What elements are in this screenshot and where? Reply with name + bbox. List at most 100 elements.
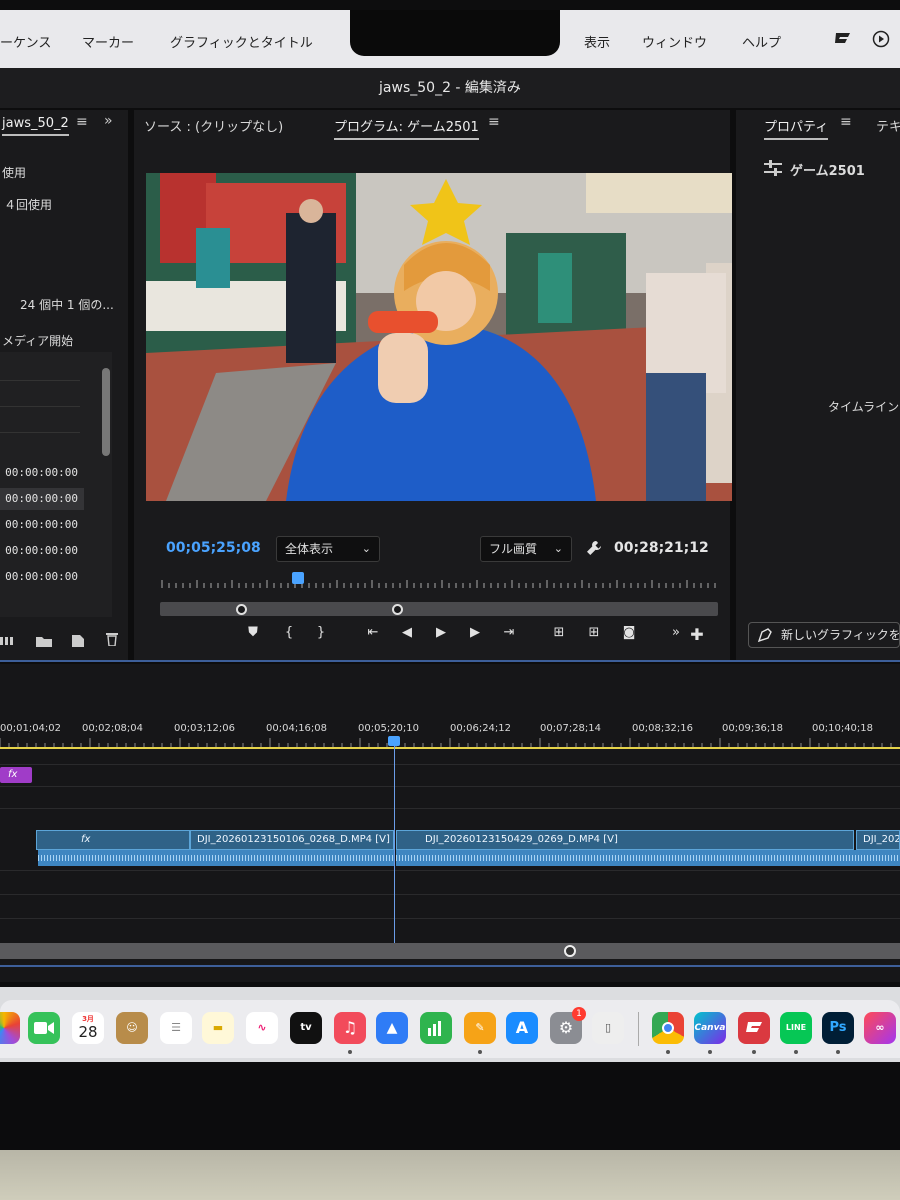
new-item-icon[interactable]: [70, 632, 84, 651]
list-item[interactable]: 00:00:00:00: [0, 462, 84, 484]
calendar-icon[interactable]: 3月 28: [72, 1012, 104, 1044]
zoom-level-select[interactable]: 全体表示 ⌄: [276, 536, 380, 562]
list-view-icon[interactable]: [0, 632, 16, 651]
keynote-icon[interactable]: ▲: [376, 1012, 408, 1044]
extract-icon[interactable]: ⊞: [585, 625, 603, 640]
mark-out-icon[interactable]: }: [312, 625, 330, 640]
ruler-label: 00;02;08;04: [82, 723, 144, 734]
audio-clip[interactable]: [38, 850, 394, 866]
photoshop-icon[interactable]: Ps: [822, 1012, 854, 1044]
chrome-icon[interactable]: [652, 1012, 684, 1044]
media-start-column-header[interactable]: メディア開始: [2, 332, 73, 349]
add-button-icon[interactable]: ✚: [688, 625, 706, 644]
zoom-handle-right[interactable]: [392, 604, 403, 615]
video-clip-segments[interactable]: fx: [36, 830, 190, 850]
adjustment-clip[interactable]: fx: [0, 767, 32, 783]
hamburger-menu-icon[interactable]: ≡: [488, 114, 500, 130]
zoom-handle-left[interactable]: [236, 604, 247, 615]
program-video-frame[interactable]: [146, 173, 732, 501]
ruler-label: 00;07;28;14: [540, 723, 602, 734]
playback-quality-value: フル画質: [489, 542, 538, 556]
menu-graphics[interactable]: グラフィックとタイトル: [170, 32, 313, 51]
project-list: 00:00:00:00 00:00:00:00 00:00:00:00 00:0…: [0, 352, 112, 617]
list-item[interactable]: 00:00:00:00: [0, 540, 84, 562]
play-circle-icon[interactable]: [872, 30, 890, 52]
chevron-down-icon: ⌄: [553, 542, 563, 555]
current-timecode[interactable]: 00;05;25;08: [166, 540, 261, 556]
timeline-scroll-handle[interactable]: [564, 945, 576, 957]
mark-in-icon[interactable]: {: [280, 625, 298, 640]
timeline-scrollbar[interactable]: [0, 943, 900, 959]
video-clip[interactable]: DJI_2026: [856, 830, 900, 850]
step-back-icon[interactable]: ◀: [398, 625, 416, 640]
timeline-top-border: [0, 660, 900, 662]
notes-icon[interactable]: ▬: [202, 1012, 234, 1044]
step-forward-icon[interactable]: ▶: [466, 625, 484, 640]
list-item[interactable]: 00:00:00:00: [0, 566, 84, 588]
reminders-icon[interactable]: ☰: [160, 1012, 192, 1044]
expressvpn-dock-icon[interactable]: [738, 1012, 770, 1044]
hamburger-menu-icon[interactable]: ≡: [840, 114, 852, 130]
freeform-icon[interactable]: ∿: [246, 1012, 278, 1044]
video-clip[interactable]: DJI_20260123150429_0269_D.MP4 [V]: [396, 830, 854, 850]
contacts-icon[interactable]: ☺: [116, 1012, 148, 1044]
pages-icon[interactable]: ✎: [464, 1012, 496, 1044]
tab-text[interactable]: テキ: [876, 116, 900, 135]
folder-icon[interactable]: [36, 632, 52, 651]
menu-marker[interactable]: マーカー: [82, 32, 134, 51]
creative-cloud-icon[interactable]: ∞: [864, 1012, 896, 1044]
tab-project[interactable]: jaws_50_2: [2, 116, 69, 136]
play-icon[interactable]: ▶: [432, 625, 450, 640]
ruler-label: 00;05;20;10: [358, 723, 420, 734]
audio-clip[interactable]: [396, 850, 900, 866]
running-indicator: [478, 1050, 482, 1054]
program-playhead[interactable]: [292, 572, 304, 584]
ruler-label: 00;04;16;08: [266, 723, 328, 734]
sequence-settings-icon: [764, 160, 782, 180]
menu-help[interactable]: ヘルプ: [742, 32, 781, 51]
menu-view[interactable]: 表示: [584, 32, 610, 51]
menu-window[interactable]: ウィンドウ: [642, 32, 707, 51]
tab-program[interactable]: プログラム: ゲーム2501: [334, 116, 479, 140]
numbers-icon[interactable]: [420, 1012, 452, 1044]
running-indicator: [708, 1050, 712, 1054]
add-marker-icon[interactable]: ⛊: [244, 625, 262, 640]
program-time-ruler[interactable]: [160, 572, 716, 590]
dock-separator: [638, 1012, 639, 1046]
timeline-hint-label: タイムライン: [828, 400, 900, 414]
window-title: jaws_50_2 - 編集済み: [379, 80, 521, 96]
wrench-icon[interactable]: [586, 540, 602, 560]
go-to-in-icon[interactable]: ⇤: [364, 625, 382, 640]
chevron-double-right-icon[interactable]: »: [104, 113, 113, 129]
list-item[interactable]: 00:00:00:00: [0, 514, 84, 536]
timeline-playhead[interactable]: [388, 736, 400, 746]
apple-tv-icon[interactable]: tv: [290, 1012, 322, 1044]
ruler-label: 00;01;04;02: [0, 723, 62, 734]
tab-source[interactable]: ソース : (クリップなし): [144, 116, 283, 135]
chevron-down-icon: ⌄: [361, 542, 371, 555]
hamburger-menu-icon[interactable]: ≡: [76, 114, 88, 130]
menu-sequence[interactable]: ーケンス: [0, 32, 51, 51]
expressvpn-icon[interactable]: [832, 30, 854, 52]
ruler-label: 00;03;12;06: [174, 723, 236, 734]
line-icon[interactable]: LINE: [780, 1012, 812, 1044]
work-area-bar[interactable]: [0, 747, 900, 749]
iphone-mirroring-icon[interactable]: ▯: [592, 1012, 624, 1044]
camera-icon[interactable]: ◙: [620, 625, 638, 640]
new-graphic-button[interactable]: 新しいグラフィックを: [748, 622, 900, 648]
lift-icon[interactable]: ⊞: [550, 625, 568, 640]
canva-icon[interactable]: Canva: [694, 1012, 726, 1044]
video-clip[interactable]: DJI_20260123150106_0268_D.MP4 [V]: [190, 830, 394, 850]
project-scrollbar[interactable]: [102, 368, 110, 456]
tab-properties[interactable]: プロパティ: [764, 116, 829, 140]
timeline-playhead-line: [394, 744, 395, 948]
app-store-icon[interactable]: A: [506, 1012, 538, 1044]
trash-icon[interactable]: [106, 631, 118, 650]
playback-quality-select[interactable]: フル画質 ⌄: [480, 536, 572, 562]
list-item[interactable]: 00:00:00:00: [0, 488, 84, 510]
photos-icon[interactable]: [0, 1012, 20, 1044]
facetime-icon[interactable]: [28, 1012, 60, 1044]
chevron-double-right-icon[interactable]: »: [667, 625, 685, 640]
music-icon[interactable]: ♫: [334, 1012, 366, 1044]
go-to-out-icon[interactable]: ⇥: [500, 625, 518, 640]
